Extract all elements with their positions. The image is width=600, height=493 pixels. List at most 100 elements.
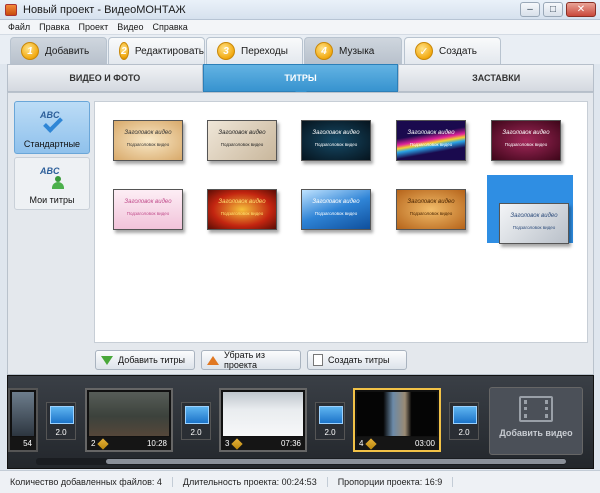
step-number-badge: 2	[119, 42, 129, 60]
menu-project[interactable]: Проект	[79, 22, 109, 32]
title-template-7[interactable]: Заголовок видео Подзаголовок видео	[207, 189, 277, 230]
transition-icon	[50, 406, 74, 424]
remove-from-project-button[interactable]: Убрать из проекта	[201, 350, 301, 370]
title-template-10[interactable]: Заголовок видео Подзаголовок видео	[499, 203, 569, 244]
add-video-label: Добавить видео	[499, 428, 573, 438]
title-heading: Заголовок видео	[312, 130, 360, 136]
clip-duration: 10:28	[146, 439, 167, 448]
step-label: Музыка	[339, 45, 375, 57]
status-bar: Количество добавленных файлов: 4 Длитель…	[0, 470, 600, 493]
scrollbar-thumb[interactable]	[106, 459, 566, 464]
create-titles-label: Создать титры	[328, 355, 390, 365]
transition-icon	[319, 406, 343, 424]
clip-partial[interactable]: 54	[8, 388, 38, 452]
title-template-3[interactable]: Заголовок видео Подзаголовок видео	[301, 120, 371, 161]
step-add-tab[interactable]: 1 Добавить	[10, 37, 107, 64]
tab-intros[interactable]: ЗАСТАВКИ	[398, 64, 595, 92]
title-heading: Заголовок видео	[218, 130, 266, 136]
transition-duration: 2.0	[55, 428, 67, 437]
remove-label: Убрать из проекта	[224, 350, 265, 370]
clip-2[interactable]: 2 10:28	[85, 388, 173, 452]
arrow-up-icon	[207, 355, 219, 365]
transition-item[interactable]: 2.0	[46, 402, 76, 440]
step-number-badge: 4	[315, 42, 333, 60]
step-create-tab[interactable]: ✓ Создать	[404, 37, 501, 64]
step-label: Создать	[439, 45, 478, 57]
title-subheading: Подзаголовок видео	[409, 211, 453, 216]
step-tabs: 1 Добавить 2 Редактировать 3 Переходы 4 …	[0, 35, 600, 64]
title-template-8[interactable]: Заголовок видео Подзаголовок видео	[301, 189, 371, 230]
menu-file[interactable]: Файл	[8, 22, 30, 32]
window-controls: – □ ✕	[520, 2, 596, 17]
step-music-tab[interactable]: 4 Музыка	[304, 37, 402, 64]
title-subheading: Подзаголовок видео	[126, 142, 170, 147]
step-label: Редактировать	[134, 45, 204, 57]
transition-duration: 2.0	[458, 428, 470, 437]
title-heading: Заголовок видео	[502, 130, 550, 136]
title-template-2[interactable]: Заголовок видео Подзаголовок видео	[207, 120, 277, 161]
abc-user-icon: ABC	[36, 166, 68, 192]
menu-bar: Файл Правка Проект Видео Справка	[0, 20, 600, 35]
pencil-icon[interactable]	[365, 437, 378, 450]
title-subheading: Подзаголовок видео	[314, 211, 358, 216]
step-number-badge: 1	[21, 42, 39, 60]
maximize-button[interactable]: □	[543, 2, 563, 17]
transition-item[interactable]: 2.0	[449, 402, 479, 440]
title-template-5[interactable]: Заголовок видео Подзаголовок видео	[491, 120, 561, 161]
add-titles-button[interactable]: Добавить титры	[95, 350, 195, 370]
step-edit-tab[interactable]: 2 Редактировать	[108, 37, 205, 64]
transition-item[interactable]: 2.0	[181, 402, 211, 440]
category-standard[interactable]: ABC Стандартные	[14, 101, 90, 154]
titles-gallery: Заголовок видео Подзаголовок видео Заголов…	[94, 101, 588, 343]
create-titles-button[interactable]: Создать титры	[307, 350, 407, 370]
sub-tabs: ВИДЕО И ФОТО ТИТРЫ ЗАСТАВКИ	[7, 64, 595, 97]
minimize-button[interactable]: –	[520, 2, 540, 17]
titles-panel: ABC Стандартные ABC Мои титры Заголовок …	[7, 92, 594, 375]
add-video-button[interactable]: Добавить видео	[489, 387, 583, 455]
title-template-4[interactable]: Заголовок видео Подзаголовок видео	[396, 120, 466, 161]
clip-thumbnail	[89, 392, 169, 436]
clip-4[interactable]: 4 03:00	[353, 388, 441, 452]
menu-video[interactable]: Видео	[117, 22, 143, 32]
title-template-1[interactable]: Заголовок видео Подзаголовок видео	[113, 120, 183, 161]
status-file-count: Количество добавленных файлов: 4	[0, 477, 173, 487]
clip-thumbnail	[12, 392, 34, 436]
title-heading: Заголовок видео	[124, 130, 172, 136]
title-template-9[interactable]: Заголовок видео Подзаголовок видео	[396, 189, 466, 230]
timeline-scrollbar[interactable]	[36, 458, 566, 465]
clip-number: 4	[359, 439, 364, 448]
window-titlebar: Новый проект - ВидеоМОНТАЖ – □ ✕	[0, 0, 600, 20]
title-heading: Заголовок видео	[407, 130, 455, 136]
clip-info-bar: 3 07:36	[221, 437, 305, 450]
clip-3[interactable]: 3 07:36	[219, 388, 307, 452]
window-title: Новый проект - ВидеоМОНТАЖ	[23, 3, 186, 16]
titles-category-sidebar: ABC Стандартные ABC Мои титры	[14, 101, 90, 213]
clip-info-bar: 54	[10, 437, 36, 450]
step-label: Переходы	[241, 45, 288, 57]
title-heading: Заголовок видео	[312, 199, 360, 205]
title-subheading: Подзаголовок видео	[220, 142, 264, 147]
step-transitions-tab[interactable]: 3 Переходы	[206, 37, 303, 64]
title-heading: Заголовок видео	[510, 213, 558, 219]
document-icon	[313, 354, 323, 366]
transition-duration: 2.0	[190, 428, 202, 437]
menu-help[interactable]: Справка	[153, 22, 188, 32]
title-heading: Заголовок видео	[407, 199, 455, 205]
add-titles-label: Добавить титры	[118, 355, 186, 365]
tab-titles[interactable]: ТИТРЫ	[202, 64, 399, 97]
step-number-badge: 3	[217, 42, 235, 60]
tab-video-photo[interactable]: ВИДЕО И ФОТО	[7, 64, 203, 92]
status-aspect-ratio: Пропорции проекта: 16:9	[328, 477, 454, 487]
category-label: Мои титры	[29, 195, 75, 205]
transition-duration: 2.0	[324, 428, 336, 437]
menu-edit[interactable]: Правка	[39, 22, 69, 32]
pencil-icon[interactable]	[231, 437, 244, 450]
transition-item[interactable]: 2.0	[315, 402, 345, 440]
clip-thumbnail	[223, 392, 303, 436]
category-my-titles[interactable]: ABC Мои титры	[14, 157, 90, 210]
clip-info-bar: 2 10:28	[87, 437, 171, 450]
abc-check-icon: ABC	[36, 110, 68, 136]
title-template-6[interactable]: Заголовок видео Подзаголовок видео	[113, 189, 183, 230]
pencil-icon[interactable]	[97, 437, 110, 450]
close-button[interactable]: ✕	[566, 2, 596, 17]
